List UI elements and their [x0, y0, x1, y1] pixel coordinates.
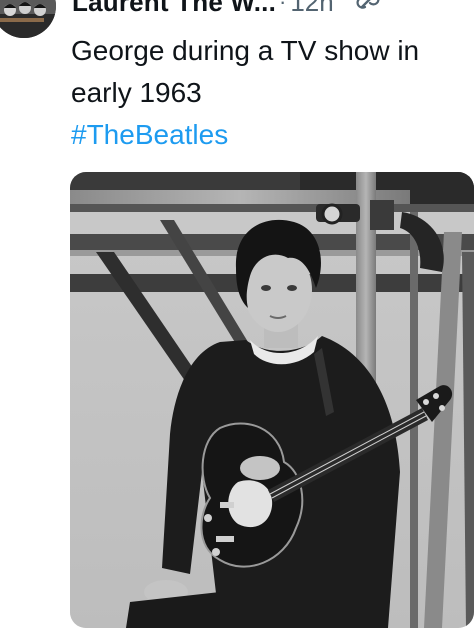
- tweet[interactable]: Laurent The W... · 12h George during a T…: [0, 0, 474, 628]
- tweet-header: Laurent The W... · 12h: [72, 0, 424, 20]
- author-avatar[interactable]: [0, 0, 56, 38]
- tweet-text: George during a TV show in early 1963: [71, 35, 420, 108]
- hashtag-link[interactable]: #TheBeatles: [71, 114, 228, 156]
- timestamp[interactable]: 12h: [290, 0, 333, 18]
- tweet-photo[interactable]: [70, 172, 474, 628]
- author-name[interactable]: Laurent The W...: [72, 0, 276, 18]
- sync-icon[interactable]: [356, 0, 380, 18]
- more-icon[interactable]: [396, 0, 424, 7]
- avatar-photo: [0, 0, 56, 38]
- photo-image: [70, 172, 474, 628]
- separator-dot: ·: [279, 0, 287, 14]
